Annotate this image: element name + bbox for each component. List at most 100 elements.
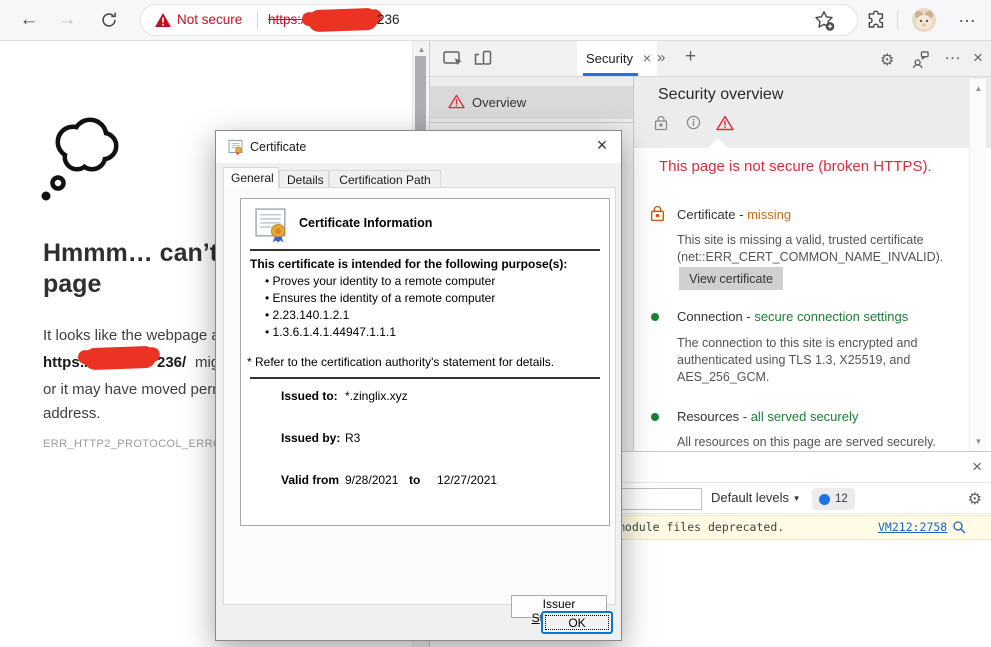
purposes-title: This certificate is intended for the fol… xyxy=(250,257,567,271)
scroll-up-icon[interactable]: ▲ xyxy=(970,84,987,93)
extensions-puzzle-icon[interactable] xyxy=(866,10,886,30)
separator-rule xyxy=(250,249,600,251)
url-redaction-scribble xyxy=(308,8,379,32)
error-page-heading: Hmmm… can’t page xyxy=(43,238,218,300)
body-line-3: or it may have moved perm xyxy=(43,381,225,398)
more-tabs-icon[interactable]: » xyxy=(657,49,665,66)
not-secure-label[interactable]: Not secure xyxy=(177,12,242,27)
ok-button[interactable]: OK xyxy=(541,611,613,634)
issued-by-label: Issued by: xyxy=(281,431,340,445)
security-header: Security overview xyxy=(634,77,991,148)
new-panel-icon[interactable]: + xyxy=(685,46,696,68)
console-messages-badge[interactable]: 12 xyxy=(812,488,855,510)
secure-lock-filter-icon[interactable] xyxy=(654,115,668,131)
info-filter-icon[interactable] xyxy=(686,115,701,130)
resources-status-link[interactable]: all served securely xyxy=(751,409,859,424)
resources-section-title: Resources - all served securely xyxy=(677,409,858,424)
console-warning-message: module files deprecated. xyxy=(618,520,784,534)
certificate-section-title: Certificate - missing xyxy=(677,207,791,222)
resources-secure-dot-icon xyxy=(651,413,659,421)
browser-toolbar: ← → Not secure https:// 236 … xyxy=(0,0,991,41)
console-settings-gear-icon[interactable]: ⚙ xyxy=(968,489,982,509)
view-certificate-button[interactable]: View certificate xyxy=(679,267,783,290)
general-tab-page: Certificate Information This certificate… xyxy=(223,187,616,605)
certificate-large-icon xyxy=(254,206,291,243)
certificate-info-title: Certificate Information xyxy=(299,216,432,230)
purposes-list: Proves your identity to a remote compute… xyxy=(265,273,495,341)
device-toolbar-icon[interactable] xyxy=(473,49,493,69)
body-line-4: address. xyxy=(43,405,101,422)
security-panel-scrollbar[interactable]: ▲ ▼ xyxy=(969,79,986,451)
browser-menu-icon[interactable]: … xyxy=(958,6,977,27)
tab-general[interactable]: General xyxy=(223,167,279,189)
connection-section-title: Connection - secure connection settings xyxy=(677,309,908,324)
purpose-item: Proves your identity to a remote compute… xyxy=(265,273,495,290)
filter-notch xyxy=(708,138,728,148)
sidebar-item-overview[interactable]: Overview xyxy=(430,86,633,119)
purpose-item: Ensures the identity of a remote compute… xyxy=(265,290,495,307)
certificate-info-box: Certificate Information This certificate… xyxy=(240,198,610,526)
connection-status-link[interactable]: secure connection settings xyxy=(754,309,908,324)
certificate-dialog: Certificate × General Details Certificat… xyxy=(215,130,622,641)
resources-description: All resources on this page are served se… xyxy=(677,434,936,451)
tab-close-icon[interactable]: × xyxy=(643,50,651,66)
page-scrollbar-thumb[interactable] xyxy=(415,56,426,130)
forward-icon[interactable]: → xyxy=(54,0,80,40)
security-overview-panel: Security overview This page is not secur… xyxy=(634,77,991,451)
address-divider xyxy=(257,10,258,30)
dialog-title: Certificate xyxy=(250,140,306,154)
tab-security[interactable]: Security × xyxy=(577,41,657,76)
valid-from-label: Valid from xyxy=(281,473,339,487)
devtools-settings-gear-icon[interactable]: ⚙ xyxy=(880,50,894,70)
inspect-element-icon[interactable] xyxy=(443,49,463,69)
refer-note: * Refer to the certification authority's… xyxy=(247,355,554,369)
dialog-close-icon[interactable]: × xyxy=(591,135,613,156)
security-title: Security overview xyxy=(658,86,783,104)
body-url-tail: 236/ xyxy=(157,354,186,371)
certificate-small-icon xyxy=(228,139,244,155)
certificate-description: This site is missing a valid, trusted ce… xyxy=(677,232,943,266)
scroll-down-icon[interactable]: ▼ xyxy=(970,437,987,446)
thought-bubble-icon xyxy=(40,112,124,204)
refresh-icon[interactable] xyxy=(100,11,118,29)
connection-description: The connection to this site is encrypted… xyxy=(677,335,917,386)
connection-secure-dot-icon xyxy=(651,313,659,321)
purpose-item: 2.23.140.1.2.1 xyxy=(265,307,495,324)
profile-avatar[interactable] xyxy=(912,8,936,32)
security-alert-text: This page is not secure (broken HTTPS). xyxy=(659,158,932,175)
scroll-up-icon[interactable]: ▲ xyxy=(413,45,430,54)
valid-to-value: 12/27/2021 xyxy=(437,473,497,487)
separator-rule xyxy=(250,377,600,379)
devtools-toolbar: Welcome Security × » + 1 12 ⚙ … × xyxy=(430,41,991,77)
back-icon[interactable]: ← xyxy=(16,0,42,40)
certificate-missing-lock-icon xyxy=(650,205,665,222)
valid-to-word: to xyxy=(409,473,420,487)
devtools-close-icon[interactable]: × xyxy=(973,48,983,68)
toolbar-divider xyxy=(897,10,898,30)
purpose-item: 1.3.6.1.4.1.44947.1.1.1 xyxy=(265,324,495,341)
dialog-titlebar[interactable]: Certificate × xyxy=(216,131,621,163)
search-icon[interactable] xyxy=(952,520,966,534)
valid-from-value: 9/28/2021 xyxy=(345,473,398,487)
console-source-link[interactable]: VM212:2758 xyxy=(878,520,947,534)
message-bubble-icon xyxy=(819,494,830,505)
body-line-1: It looks like the webpage a xyxy=(43,327,220,344)
overview-warning-icon xyxy=(448,94,465,109)
browser-window: ← → Not secure https:// 236 … xyxy=(0,0,991,647)
insecure-warning-filter-icon[interactable] xyxy=(716,115,734,131)
url-tail: 236 xyxy=(377,12,400,27)
not-secure-warning-icon xyxy=(155,13,171,27)
error-code: ERR_HTTP2_PROTOCOL_ERROR xyxy=(43,438,230,450)
add-favorite-icon[interactable] xyxy=(814,10,835,31)
certificate-status: missing xyxy=(747,207,791,222)
issued-by-value: R3 xyxy=(345,431,360,445)
console-close-icon[interactable]: × xyxy=(972,457,982,477)
sidebar-separator xyxy=(430,122,633,123)
address-bar[interactable] xyxy=(140,4,858,36)
issued-to-value: *.zinglix.xyz xyxy=(345,389,408,403)
issued-to-label: Issued to: xyxy=(281,389,338,403)
log-levels-dropdown[interactable]: Default levels ▼ xyxy=(711,490,801,505)
page-url-redaction-scribble xyxy=(84,346,157,370)
devtools-menu-icon[interactable]: … xyxy=(944,44,962,64)
feedback-icon[interactable] xyxy=(911,50,930,69)
